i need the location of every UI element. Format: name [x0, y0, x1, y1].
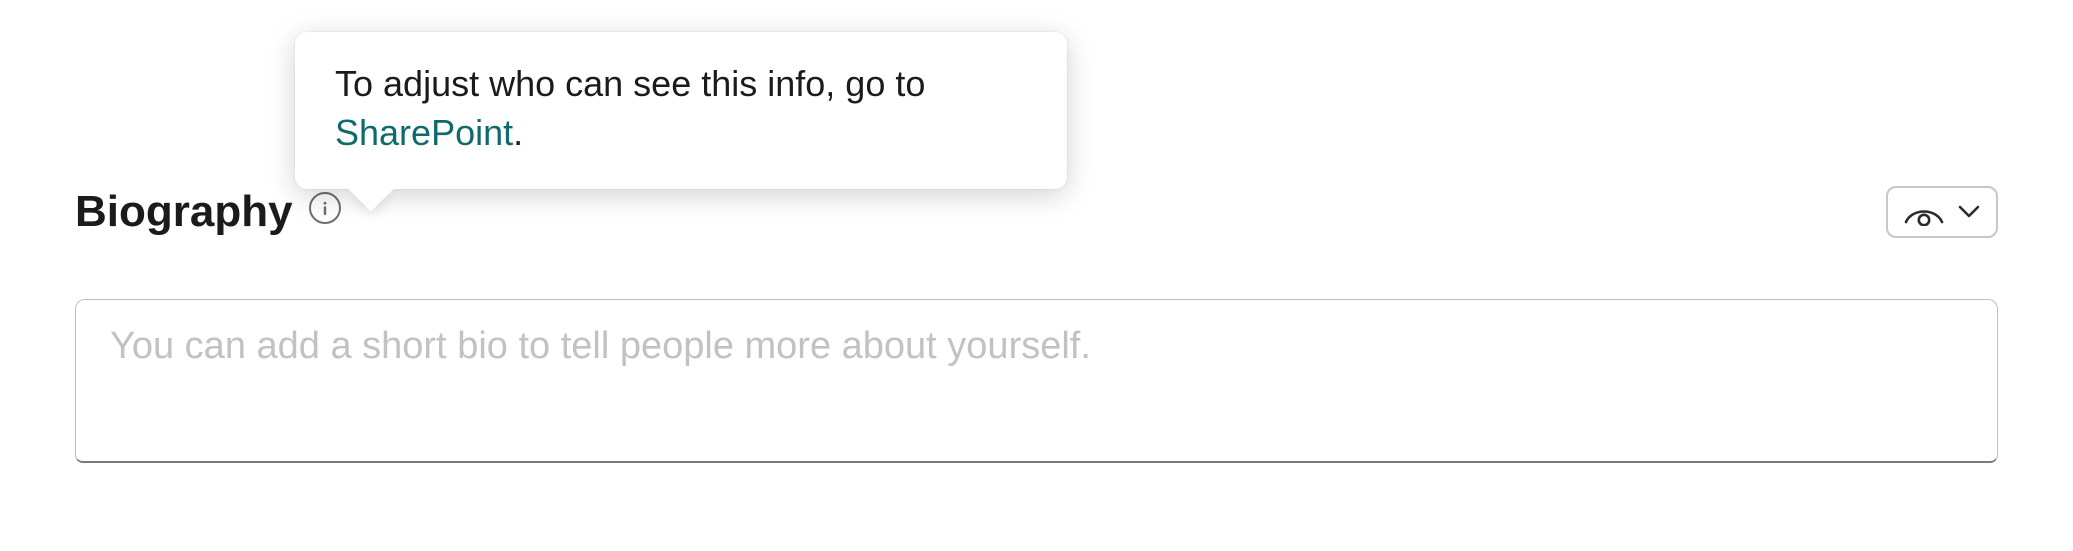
- tooltip-sharepoint-link[interactable]: SharePoint: [335, 112, 513, 153]
- chevron-down-icon: [1958, 205, 1980, 219]
- info-glyph-icon: [311, 192, 339, 224]
- info-icon[interactable]: [309, 192, 341, 224]
- eye-icon: [1904, 198, 1944, 226]
- visibility-dropdown[interactable]: [1886, 186, 1998, 238]
- section-title: Biography: [75, 186, 293, 239]
- title-group: Biography: [75, 186, 341, 239]
- tooltip-text: To adjust who can see this info, go to: [335, 63, 925, 104]
- tooltip-text-after: .: [513, 112, 523, 153]
- biography-input[interactable]: [75, 299, 1998, 463]
- info-tooltip: To adjust who can see this info, go to S…: [295, 32, 1067, 189]
- tooltip-content: To adjust who can see this info, go to S…: [335, 60, 1027, 157]
